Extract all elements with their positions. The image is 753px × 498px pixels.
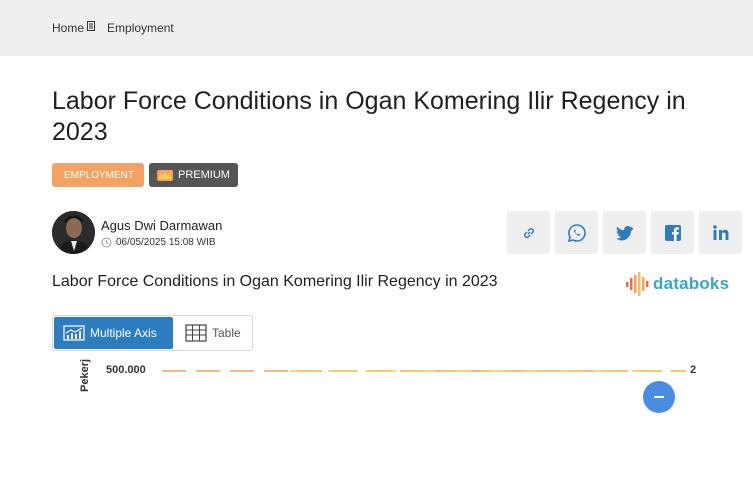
tab-multiple-axis[interactable]: Multiple Axis <box>54 317 173 349</box>
linkedin-icon <box>712 224 728 240</box>
facebook-icon <box>664 224 681 242</box>
breadcrumb-bar: Home Employment <box>0 0 753 56</box>
chart-plot-area <box>162 370 686 372</box>
publish-date-text: 06/05/2025 15:08 WIB <box>116 237 216 248</box>
tab-table[interactable]: Table <box>185 317 241 349</box>
chart-title: Labor Force Conditions in Ogan Komering … <box>52 273 498 290</box>
databoks-logo: databoks <box>626 272 729 296</box>
share-linkedin-button[interactable] <box>699 211 742 254</box>
premium-badge: PREMIUM <box>149 163 238 187</box>
databoks-brand-text: databoks <box>653 274 730 293</box>
share-facebook-button[interactable] <box>651 211 694 254</box>
share-twitter-button[interactable] <box>603 211 646 254</box>
publish-date: 06/05/2025 15:08 WIB <box>101 237 216 248</box>
twitter-icon <box>615 225 633 240</box>
chart-line-icon <box>63 325 85 341</box>
table-grid-icon <box>185 324 207 342</box>
crown-icon <box>157 170 173 181</box>
premium-label: PREMIUM <box>178 169 230 181</box>
minus-icon <box>654 396 664 398</box>
author-name[interactable]: Agus Dwi Darmawan <box>101 218 222 233</box>
page-title: Labor Force Conditions in Ogan Komering … <box>52 87 686 146</box>
breadcrumb: Home Employment <box>52 21 174 35</box>
link-icon <box>523 227 534 238</box>
databoks-bars-icon <box>626 272 649 296</box>
whatsapp-icon <box>567 223 586 242</box>
category-badge[interactable]: EMPLOYMENT <box>52 163 144 187</box>
breadcrumb-home-link[interactable]: Home <box>52 21 84 35</box>
tab-table-label: Table <box>212 326 241 340</box>
author-avatar <box>52 211 95 254</box>
breadcrumb-separator-icon <box>87 21 96 31</box>
copy-link-button[interactable] <box>507 211 550 254</box>
clock-icon <box>101 237 112 248</box>
right-axis-label: 2 <box>690 364 697 376</box>
breadcrumb-current: Employment <box>107 21 174 35</box>
share-whatsapp-button[interactable] <box>555 211 598 254</box>
tab-multiple-axis-label: Multiple Axis <box>90 326 157 340</box>
collapse-button[interactable] <box>643 381 675 413</box>
chart-view-toggle: Multiple Axis Table <box>52 315 253 351</box>
